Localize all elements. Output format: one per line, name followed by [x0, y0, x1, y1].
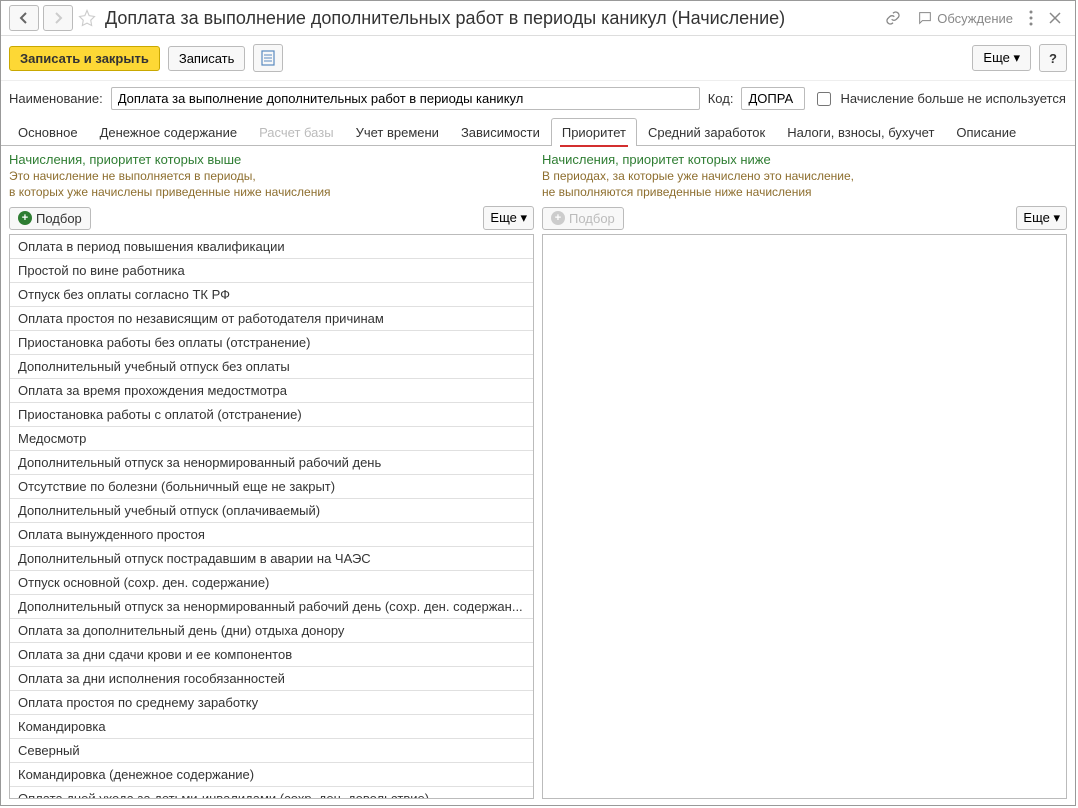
list-item[interactable]: Командировка (денежное содержание) — [10, 763, 533, 787]
lower-priority-col: Начисления, приоритет которых ниже В пер… — [542, 152, 1067, 799]
list-item[interactable]: Приостановка работы без оплаты (отстране… — [10, 331, 533, 355]
kebab-menu-icon[interactable] — [1023, 6, 1039, 30]
tab-bar: Основное Денежное содержание Расчет базы… — [1, 118, 1075, 146]
list-item[interactable]: Оплата за дни сдачи крови и ее компонент… — [10, 643, 533, 667]
list-item[interactable]: Оплата простоя по среднему заработку — [10, 691, 533, 715]
lower-select-button[interactable]: + Подбор — [542, 207, 624, 230]
lower-toolbar: + Подбор Еще — [542, 206, 1067, 230]
save-close-button[interactable]: Записать и закрыть — [9, 46, 160, 71]
list-item[interactable]: Дополнительный отпуск за ненормированный… — [10, 451, 533, 475]
tab-priority[interactable]: Приоритет — [551, 118, 637, 146]
discontinued-label: Начисление больше не используется — [840, 91, 1065, 106]
save-button[interactable]: Записать — [168, 46, 246, 71]
discontinued-checkbox[interactable]: Начисление больше не используется — [813, 89, 1065, 109]
list-item[interactable]: Дополнительный отпуск за ненормированный… — [10, 595, 533, 619]
discontinued-checkbox-input[interactable] — [817, 92, 831, 106]
list-item[interactable]: Отсутствие по болезни (больничный еще не… — [10, 475, 533, 499]
higher-title: Начисления, приоритет которых выше — [9, 152, 534, 167]
higher-desc: Это начисление не выполняется в периоды,… — [9, 169, 534, 200]
list-item[interactable]: Оплата вынужденного простоя — [10, 523, 533, 547]
list-item[interactable]: Отпуск основной (сохр. ден. содержание) — [10, 571, 533, 595]
more-button[interactable]: Еще — [972, 45, 1031, 71]
plus-icon: + — [18, 211, 32, 225]
code-label: Код: — [708, 91, 734, 106]
plus-icon: + — [551, 211, 565, 225]
favorite-star-icon[interactable] — [77, 8, 97, 28]
list-item[interactable]: Оплата в период повышения квалификации — [10, 235, 533, 259]
priority-columns: Начисления, приоритет которых выше Это н… — [1, 146, 1075, 805]
list-item[interactable]: Простой по вине работника — [10, 259, 533, 283]
higher-toolbar: + Подбор Еще — [9, 206, 534, 230]
tab-desc[interactable]: Описание — [945, 118, 1027, 146]
command-bar: Записать и закрыть Записать Еще ? — [1, 36, 1075, 81]
window-toolbar: Доплата за выполнение дополнительных раб… — [1, 1, 1075, 36]
close-icon[interactable] — [1043, 8, 1067, 28]
document-action-icon[interactable] — [253, 44, 283, 72]
tab-avg[interactable]: Средний заработок — [637, 118, 776, 146]
list-item[interactable]: Командировка — [10, 715, 533, 739]
lower-more-button[interactable]: Еще — [1016, 206, 1067, 230]
list-item[interactable]: Отпуск без оплаты согласно ТК РФ — [10, 283, 533, 307]
help-button[interactable]: ? — [1039, 44, 1067, 72]
back-button[interactable] — [9, 5, 39, 31]
list-item[interactable]: Оплата за время прохождения медостмотра — [10, 379, 533, 403]
list-item[interactable]: Оплата дней ухода за детьми-инвалидами (… — [10, 787, 533, 799]
higher-list[interactable]: Оплата в период повышения квалификацииПр… — [9, 234, 534, 799]
lower-title: Начисления, приоритет которых ниже — [542, 152, 1067, 167]
list-item[interactable]: Дополнительный учебный отпуск (оплачивае… — [10, 499, 533, 523]
tab-deps[interactable]: Зависимости — [450, 118, 551, 146]
list-item[interactable]: Оплата за дополнительный день (дни) отды… — [10, 619, 533, 643]
higher-select-button[interactable]: + Подбор — [9, 207, 91, 230]
list-item[interactable]: Дополнительный отпуск пострадавшим в ава… — [10, 547, 533, 571]
form-row: Наименование: Код: Начисление больше не … — [1, 81, 1075, 116]
tab-time[interactable]: Учет времени — [345, 118, 450, 146]
code-field[interactable] — [741, 87, 805, 110]
higher-more-button[interactable]: Еще — [483, 206, 534, 230]
window-title: Доплата за выполнение дополнительных раб… — [105, 8, 785, 29]
list-item[interactable]: Северный — [10, 739, 533, 763]
name-label: Наименование: — [9, 91, 103, 106]
list-item[interactable]: Дополнительный учебный отпуск без оплаты — [10, 355, 533, 379]
lower-list[interactable] — [542, 234, 1067, 799]
tab-monetary[interactable]: Денежное содержание — [89, 118, 248, 146]
forward-button[interactable] — [43, 5, 73, 31]
discussion-button[interactable]: Обсуждение — [911, 6, 1019, 30]
tab-base: Расчет базы — [248, 118, 345, 146]
list-item[interactable]: Приостановка работы с оплатой (отстранен… — [10, 403, 533, 427]
higher-priority-col: Начисления, приоритет которых выше Это н… — [9, 152, 534, 799]
list-item[interactable]: Медосмотр — [10, 427, 533, 451]
list-item[interactable]: Оплата простоя по независящим от работод… — [10, 307, 533, 331]
discussion-label: Обсуждение — [937, 11, 1013, 26]
tab-taxes[interactable]: Налоги, взносы, бухучет — [776, 118, 945, 146]
name-field[interactable] — [111, 87, 700, 110]
list-item[interactable]: Оплата за дни исполнения гособязанностей — [10, 667, 533, 691]
tab-main[interactable]: Основное — [7, 118, 89, 146]
link-icon[interactable] — [879, 6, 907, 30]
app-window: Доплата за выполнение дополнительных раб… — [0, 0, 1076, 806]
lower-desc: В периодах, за которые уже начислено это… — [542, 169, 1067, 200]
